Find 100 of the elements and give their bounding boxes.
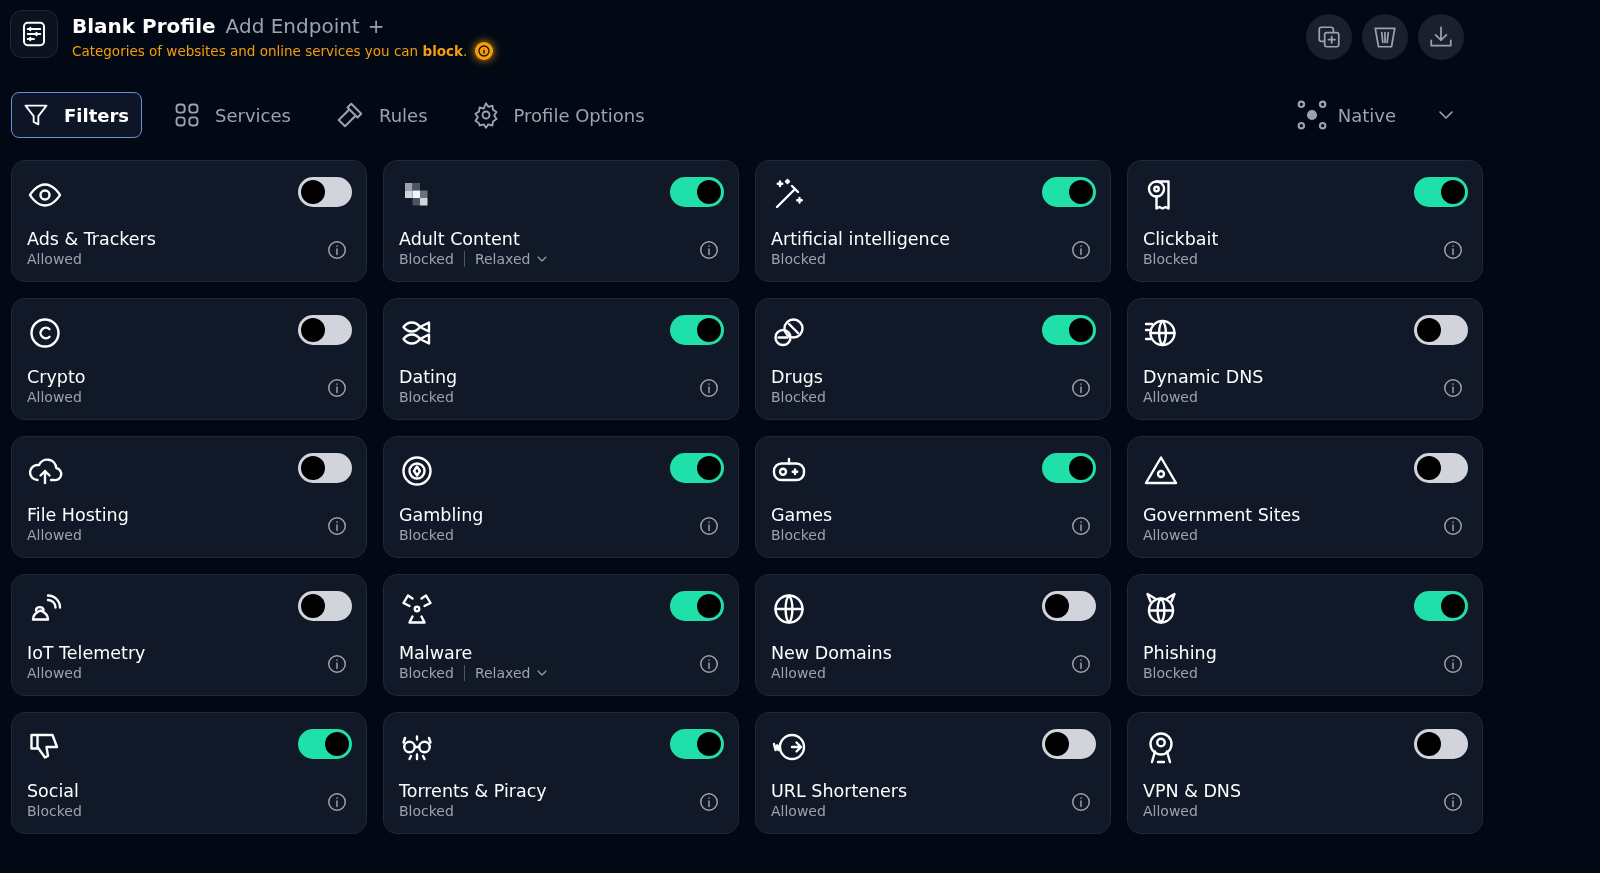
filter-status: Blocked	[1143, 251, 1198, 267]
devil-globe-icon	[1143, 591, 1179, 627]
toggle-switch[interactable]	[298, 591, 352, 621]
toggle-switch[interactable]	[1042, 729, 1096, 759]
filter-status: Blocked	[399, 803, 454, 819]
filter-name: Malware	[399, 643, 474, 663]
toggle-switch[interactable]	[1414, 177, 1468, 207]
filter-status: Blocked	[771, 251, 826, 267]
tab[interactable]: Profile Options	[460, 92, 658, 138]
info-icon	[1070, 377, 1092, 399]
toggle-switch[interactable]	[670, 453, 724, 483]
filter-name: Social	[27, 781, 80, 801]
tab[interactable]: Filters	[11, 92, 143, 138]
filter-status: Allowed	[27, 251, 82, 267]
info-icon	[326, 791, 348, 813]
radiation-icon	[399, 591, 435, 627]
filter-status: Blocked	[399, 665, 454, 681]
info-icon[interactable]	[475, 42, 494, 60]
info-icon	[1070, 791, 1092, 813]
toggle-switch[interactable]	[1042, 591, 1096, 621]
info-icon	[326, 653, 348, 675]
filter-status: Allowed	[27, 389, 82, 405]
tab[interactable]: Services	[162, 92, 304, 138]
casino-chip-icon	[399, 453, 435, 489]
toggle-switch[interactable]	[298, 453, 352, 483]
toggle-switch[interactable]	[1414, 315, 1468, 345]
filter-name: VPN & DNS	[1143, 781, 1242, 801]
filter-status: Blocked	[771, 527, 826, 543]
toggle-switch[interactable]	[670, 315, 724, 345]
info-icon	[326, 515, 348, 537]
toggle-switch[interactable]	[1042, 453, 1096, 483]
filter-name: Adult Content	[399, 229, 521, 249]
toggle-switch[interactable]	[1042, 315, 1096, 345]
filter-status: Blocked	[399, 527, 454, 543]
filter-status: Blocked	[399, 251, 454, 267]
filter-name: Crypto	[27, 367, 86, 387]
toggle-switch[interactable]	[298, 177, 352, 207]
filter-status: Allowed	[1143, 527, 1198, 543]
toggle-switch[interactable]	[1414, 453, 1468, 483]
filter-name: IoT Telemetry	[27, 643, 146, 663]
filter-name: File Hosting	[27, 505, 129, 525]
filter-name: Gambling	[399, 505, 484, 525]
filter-name: Artificial intelligence	[771, 229, 951, 249]
info-icon	[1442, 515, 1464, 537]
filter-name: Drugs	[771, 367, 824, 387]
toggle-switch[interactable]	[298, 729, 352, 759]
info-icon	[1442, 377, 1464, 399]
description-text: Categories of websites and online services you can block.	[72, 43, 468, 59]
filter-status: Allowed	[771, 803, 826, 819]
info-icon	[1070, 239, 1092, 261]
download-button[interactable]	[1418, 14, 1464, 60]
info-icon	[698, 239, 720, 261]
filter-name: Dynamic DNS	[1143, 367, 1264, 387]
trash-icon	[1372, 24, 1398, 50]
download-icon	[1428, 24, 1454, 50]
mode-dropdown[interactable]: Native	[1295, 99, 1458, 131]
level-dropdown[interactable]: Relaxed	[474, 251, 551, 267]
level-dropdown[interactable]: Relaxed	[474, 665, 551, 681]
info-icon	[1442, 239, 1464, 261]
filter-status: Blocked	[1143, 665, 1198, 681]
toggle-switch[interactable]	[1414, 729, 1468, 759]
info-icon	[698, 791, 720, 813]
filter-name: Phishing	[1143, 643, 1217, 663]
filter-name: New Domains	[771, 643, 892, 663]
filter-name: Clickbait	[1143, 229, 1219, 249]
profile-title: Blank Profile	[72, 14, 216, 38]
toggle-switch[interactable]	[1414, 591, 1468, 621]
toggle-switch[interactable]	[670, 729, 724, 759]
duplicate-icon	[1316, 24, 1342, 50]
toggle-switch[interactable]	[298, 315, 352, 345]
filter-status: Allowed	[1143, 803, 1198, 819]
info-icon	[1442, 791, 1464, 813]
info-icon	[1442, 653, 1464, 675]
filter-status: Allowed	[27, 527, 82, 543]
filter-status: Allowed	[27, 665, 82, 681]
filter-name: Government Sites	[1143, 505, 1301, 525]
info-icon	[326, 239, 348, 261]
add-endpoint-button[interactable]: Add Endpoint +	[225, 14, 385, 38]
filter-name: Games	[771, 505, 833, 525]
dots-cluster-icon	[1295, 99, 1328, 131]
filter-name: Torrents & Piracy	[399, 781, 547, 801]
delete-button[interactable]	[1362, 14, 1408, 60]
toggle-switch[interactable]	[670, 177, 724, 207]
info-icon	[1070, 515, 1092, 537]
toggle-switch[interactable]	[1042, 177, 1096, 207]
filter-name: Dating	[399, 367, 458, 387]
info-icon	[326, 377, 348, 399]
filter-name: Ads & Trackers	[27, 229, 156, 249]
duplicate-button[interactable]	[1306, 14, 1352, 60]
filter-name: URL Shorteners	[771, 781, 908, 801]
info-icon	[698, 377, 720, 399]
filter-status: Blocked	[771, 389, 826, 405]
toggle-switch[interactable]	[670, 591, 724, 621]
info-icon	[698, 515, 720, 537]
filter-status: Allowed	[771, 665, 826, 681]
filter-status: Blocked	[399, 389, 454, 405]
info-icon	[1070, 653, 1092, 675]
tab[interactable]: Rules	[323, 91, 441, 139]
filter-status: Blocked	[27, 803, 82, 819]
filter-status: Allowed	[1143, 389, 1198, 405]
